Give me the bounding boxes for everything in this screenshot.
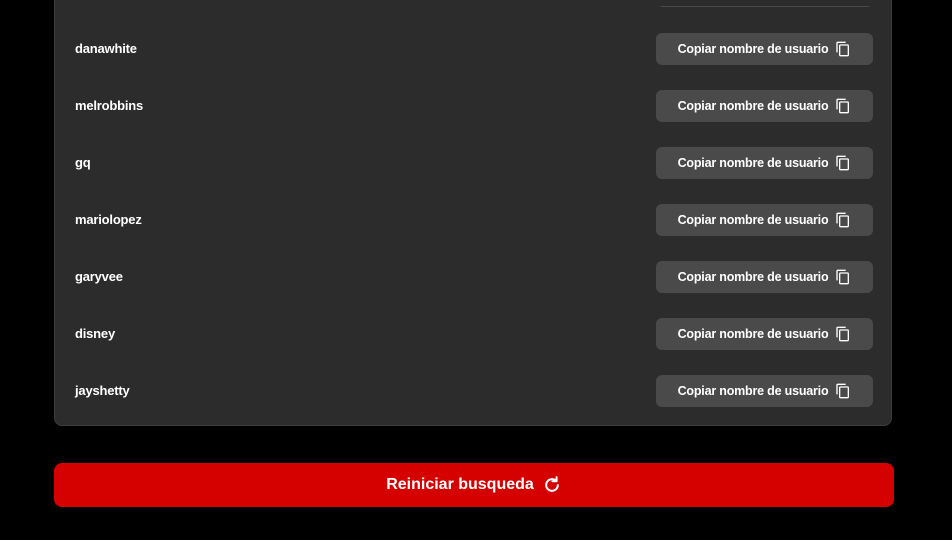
copy-button-label: Copiar nombre de usuario	[677, 42, 829, 56]
username-label: gq	[75, 155, 91, 170]
copy-button-label: Copiar nombre de usuario	[677, 156, 829, 170]
copy-button-label: Copiar nombre de usuario	[677, 213, 829, 227]
copy-button-label: Copiar nombre de usuario	[677, 270, 829, 284]
results-panel: danawhite Copiar nombre de usuario melro…	[54, 0, 892, 426]
reset-search-button[interactable]: Reiniciar busqueda	[54, 463, 894, 507]
copy-icon	[835, 383, 851, 399]
copy-icon	[835, 98, 851, 114]
copy-icon	[835, 212, 851, 228]
panel-divider	[661, 6, 869, 7]
copy-username-button[interactable]: Copiar nombre de usuario	[656, 147, 873, 179]
copy-username-button[interactable]: Copiar nombre de usuario	[656, 375, 873, 407]
list-item: gq Copiar nombre de usuario	[55, 146, 893, 180]
reset-search-label: Reiniciar busqueda	[386, 476, 534, 493]
copy-username-button[interactable]: Copiar nombre de usuario	[656, 318, 873, 350]
copy-button-label: Copiar nombre de usuario	[677, 384, 829, 398]
copy-button-label: Copiar nombre de usuario	[677, 327, 829, 341]
copy-icon	[835, 269, 851, 285]
list-item: disney Copiar nombre de usuario	[55, 317, 893, 351]
username-label: jayshetty	[75, 383, 130, 398]
copy-username-button[interactable]: Copiar nombre de usuario	[656, 33, 873, 65]
copy-username-button[interactable]: Copiar nombre de usuario	[656, 261, 873, 293]
copy-icon	[835, 326, 851, 342]
copy-icon	[835, 155, 851, 171]
copy-username-button[interactable]: Copiar nombre de usuario	[656, 204, 873, 236]
copy-button-label: Copiar nombre de usuario	[677, 99, 829, 113]
list-item: garyvee Copiar nombre de usuario	[55, 260, 893, 294]
copy-icon	[835, 41, 851, 57]
list-item: danawhite Copiar nombre de usuario	[55, 32, 893, 66]
username-label: disney	[75, 326, 115, 341]
username-label: danawhite	[75, 41, 137, 56]
list-item: melrobbins Copiar nombre de usuario	[55, 89, 893, 123]
refresh-icon	[542, 475, 562, 495]
username-label: garyvee	[75, 269, 123, 284]
username-label: mariolopez	[75, 212, 142, 227]
username-label: melrobbins	[75, 98, 144, 113]
list-item: jayshetty Copiar nombre de usuario	[55, 374, 893, 408]
copy-username-button[interactable]: Copiar nombre de usuario	[656, 90, 873, 122]
list-item: mariolopez Copiar nombre de usuario	[55, 203, 893, 237]
